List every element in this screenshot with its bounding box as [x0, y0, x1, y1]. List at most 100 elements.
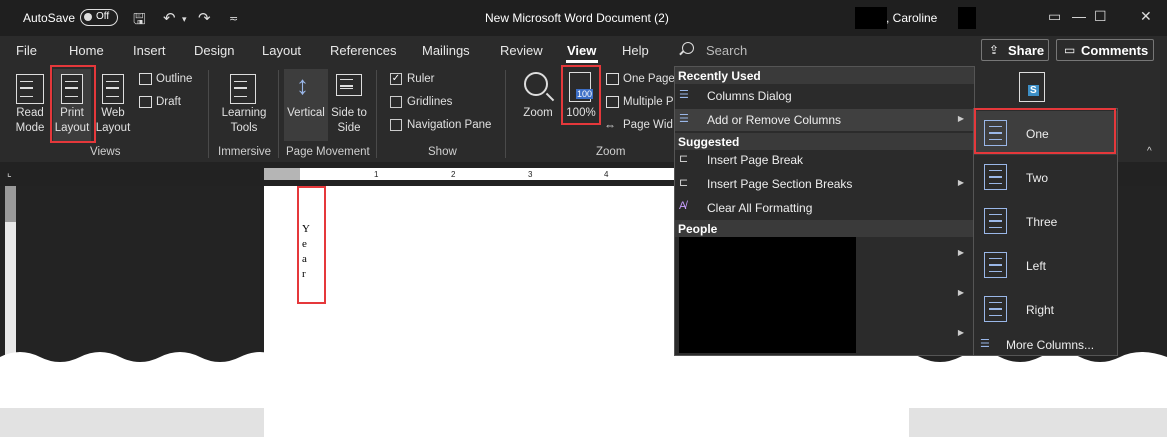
columns-icon: ☰	[679, 89, 689, 101]
tab-design[interactable]: Design	[194, 43, 234, 58]
multiple-pages-button[interactable]: Multiple P	[623, 95, 674, 110]
column-option-left[interactable]: Left	[974, 243, 1117, 287]
vertical-scroll-icon: ↕	[296, 70, 309, 100]
add-remove-columns-item[interactable]: ☰ Add or Remove Columns ▶	[675, 109, 974, 131]
ruler-margin	[264, 168, 300, 180]
show-group-label: Show	[428, 146, 457, 158]
one-column-annotation	[974, 108, 1116, 154]
insert-page-break-item[interactable]: ⊏ Insert Page Break	[675, 149, 974, 171]
tab-selector-icon[interactable]: ⌞	[7, 168, 12, 179]
column-option-three[interactable]: Three	[974, 199, 1117, 243]
title-bar: AutoSave Off 🖫 ↶ ▾ ↷ ≂ New Microsoft Wor…	[0, 0, 1167, 36]
redacted-people-list	[679, 237, 856, 353]
tab-references[interactable]: References	[330, 43, 396, 58]
three-columns-icon	[984, 208, 1007, 234]
column-option-label: Left	[1026, 259, 1047, 273]
outline-icon	[139, 73, 152, 85]
insert-section-breaks-label: Insert Page Section Breaks	[707, 177, 853, 191]
separator	[208, 70, 209, 158]
tab-file[interactable]: File	[16, 43, 37, 58]
search-results-menu: Recently Used ☰ Columns Dialog ☰ Add or …	[674, 66, 975, 356]
submenu-arrow-icon: ▶	[957, 114, 964, 123]
save-icon[interactable]: 🖫	[133, 9, 146, 34]
page-break-icon: ⊏	[679, 153, 689, 165]
close-icon[interactable]: ✕	[1140, 8, 1152, 25]
submenu-arrow-icon: ▶	[957, 178, 964, 187]
minimize-icon[interactable]: —	[1072, 8, 1086, 24]
people-header: People	[675, 220, 974, 237]
separator	[376, 70, 377, 158]
ruler-checkbox[interactable]: ✓	[390, 73, 402, 85]
collapse-ribbon-icon[interactable]: ^	[1147, 146, 1152, 157]
separator	[278, 70, 279, 158]
gridlines-label: Gridlines	[407, 96, 453, 108]
insert-section-breaks-item[interactable]: ⊏ Insert Page Section Breaks ▶	[675, 173, 974, 195]
web-layout-icon	[102, 74, 124, 104]
comment-icon: ▭	[1064, 43, 1076, 57]
user-name[interactable]: , Caroline	[886, 11, 937, 25]
ruler-tick: 4	[604, 170, 609, 179]
vertical-label: Vertical	[287, 107, 325, 119]
submenu-arrow-icon[interactable]: ▶	[958, 288, 964, 297]
tab-mailings[interactable]: Mailings	[422, 43, 470, 58]
horizontal-ruler[interactable]: 1 2 3 4	[264, 168, 676, 180]
vertical-ruler[interactable]	[5, 186, 16, 366]
document-title: New Microsoft Word Document (2)	[485, 11, 669, 25]
sharepoint-badge: S	[1028, 85, 1039, 96]
more-columns-label: More Columns...	[1006, 338, 1095, 352]
section-break-icon: ⊏	[679, 177, 689, 189]
submenu-arrow-icon[interactable]: ▶	[958, 248, 964, 257]
read-mode-icon	[16, 74, 44, 104]
tab-review[interactable]: Review	[500, 43, 543, 58]
one-page-icon	[606, 73, 619, 85]
columns-dialog-item[interactable]: ☰ Columns Dialog	[675, 85, 974, 107]
search-placeholder: Search	[706, 43, 748, 58]
vertical-ruler-margin	[5, 186, 16, 222]
workspace-left	[0, 186, 264, 366]
comments-label: Comments	[1081, 43, 1149, 58]
insert-page-break-label: Insert Page Break	[707, 153, 804, 167]
tab-insert[interactable]: Insert	[133, 43, 166, 58]
sharepoint-icon[interactable]: S	[1019, 72, 1045, 102]
more-columns-item[interactable]: ☰ More Columns...	[974, 334, 1117, 356]
columns-dialog-label: Columns Dialog	[707, 89, 792, 103]
share-icon: ⇪	[989, 43, 1000, 57]
column-option-two[interactable]: Two	[974, 155, 1117, 199]
tab-home[interactable]: Home	[69, 43, 104, 58]
redo-icon[interactable]: ↷	[198, 9, 211, 27]
customize-qat-icon[interactable]: ≂	[229, 12, 238, 25]
tab-help[interactable]: Help	[622, 43, 649, 58]
ruler-tick: 3	[528, 170, 533, 179]
gridlines-checkbox[interactable]	[390, 96, 402, 108]
zoom-group-label: Zoom	[596, 146, 626, 158]
navigation-pane-checkbox[interactable]	[390, 119, 402, 131]
page-width-button[interactable]: Page Wid	[623, 118, 673, 133]
recently-used-header: Recently Used	[675, 67, 974, 84]
undo-dropdown-icon[interactable]: ▾	[182, 14, 187, 25]
draft-button[interactable]: Draft	[156, 95, 181, 110]
immersive-group-label: Immersive	[218, 146, 272, 158]
outline-button[interactable]: Outline	[156, 72, 192, 87]
tab-layout[interactable]: Layout	[262, 43, 301, 58]
ribbon-display-icon[interactable]: ▭	[1048, 8, 1061, 25]
submenu-arrow-icon[interactable]: ▶	[958, 328, 964, 337]
tab-view[interactable]: View	[567, 43, 596, 58]
toggle-knob	[84, 13, 92, 21]
learning-tools-icon	[230, 74, 256, 104]
comments-button[interactable]: ▭ Comments	[1056, 39, 1154, 61]
workspace-bottom-left	[0, 408, 264, 437]
autosave-toggle[interactable]: Off	[80, 9, 118, 26]
search-box[interactable]: Search	[674, 36, 974, 64]
ruler-label: Ruler	[407, 73, 435, 85]
page-width-icon: ⇔	[604, 118, 616, 132]
undo-icon[interactable]: ↶	[163, 9, 176, 27]
clear-formatting-item[interactable]: A̸ Clear All Formatting	[675, 197, 974, 219]
one-page-button[interactable]: One Page	[623, 72, 675, 87]
zoom-100-annotation	[561, 65, 601, 125]
column-option-label: Right	[1026, 303, 1055, 317]
column-option-label: Three	[1026, 215, 1058, 229]
share-button[interactable]: ⇪ Share	[981, 39, 1049, 61]
maximize-icon[interactable]: ☐	[1094, 8, 1107, 25]
column-option-right[interactable]: Right	[974, 287, 1117, 331]
year-text-annotation	[297, 186, 326, 304]
